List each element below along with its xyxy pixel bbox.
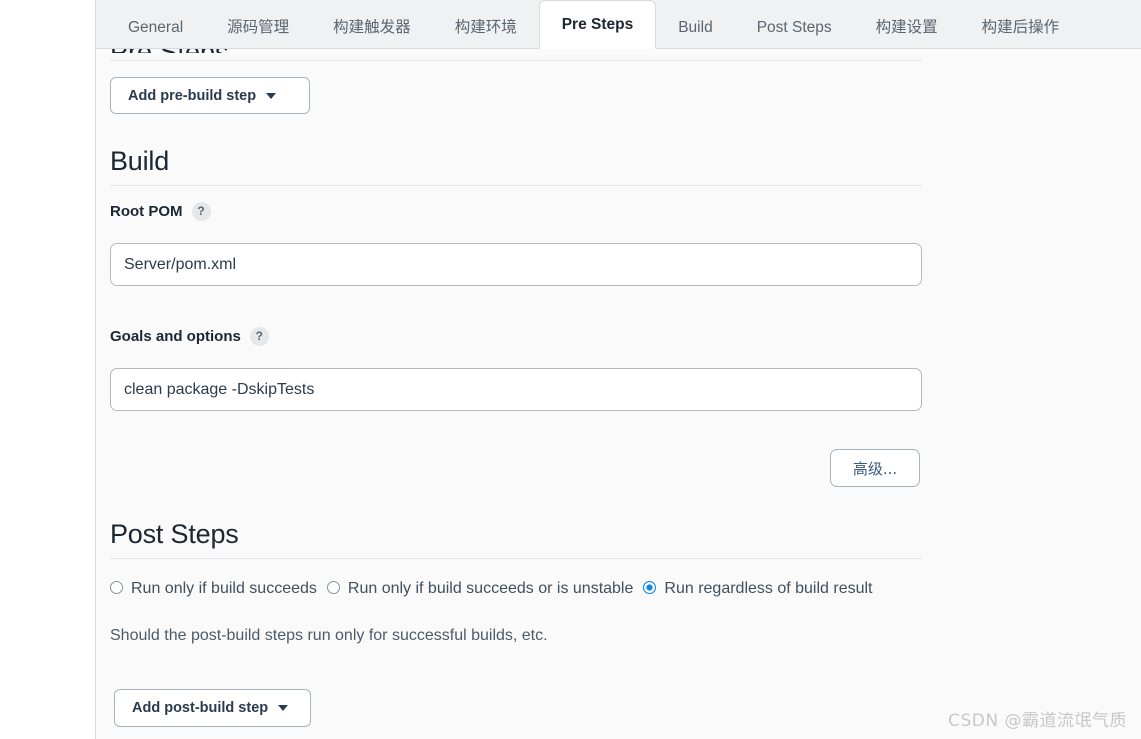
root-pom-label-row: Root POM ? xyxy=(110,202,211,221)
add-post-build-step-label: Add post-build step xyxy=(132,700,269,716)
post-steps-radio-group: Run only if build succeeds Run only if bu… xyxy=(110,576,922,602)
tab-general[interactable]: General xyxy=(106,7,205,48)
tab-build[interactable]: Build xyxy=(656,7,734,48)
post-steps-radio-label[interactable]: Run regardless of build result xyxy=(664,580,872,597)
tab-源码管理[interactable]: 源码管理 xyxy=(205,7,311,48)
root-pom-input[interactable] xyxy=(110,243,922,286)
tab-构建设置[interactable]: 构建设置 xyxy=(854,7,960,48)
goals-and-options-label: Goals and options xyxy=(110,328,241,345)
radio-button[interactable] xyxy=(326,581,340,594)
post-steps-help-text: Should the post-build steps run only for… xyxy=(110,627,548,644)
radio-button[interactable] xyxy=(110,581,123,594)
tab-构建触发器[interactable]: 构建触发器 xyxy=(311,7,433,48)
post-steps-radio-label[interactable]: Run only if build succeeds xyxy=(131,580,317,597)
add-post-build-step-button[interactable]: Add post-build step xyxy=(114,689,311,727)
chevron-down-icon xyxy=(278,705,289,711)
config-content-panel: Pre Steps Add pre-build step Build Root … xyxy=(96,49,1141,739)
tab-pre-steps[interactable]: Pre Steps xyxy=(538,0,657,49)
post-steps-radio-option[interactable]: Run only if build succeeds xyxy=(110,580,317,597)
advanced-button[interactable]: 高级... xyxy=(830,449,920,487)
post-steps-section-divider xyxy=(110,558,922,559)
help-icon[interactable]: ? xyxy=(191,202,211,221)
tab-post-steps[interactable]: Post Steps xyxy=(735,7,854,48)
post-steps-section-header: Post Steps xyxy=(110,519,922,559)
post-steps-radio-label[interactable]: Run only if build succeeds or is unstabl… xyxy=(348,580,634,597)
build-section-divider xyxy=(110,185,922,186)
add-pre-build-step-button[interactable]: Add pre-build step xyxy=(110,77,310,114)
chevron-down-icon xyxy=(266,92,277,99)
build-section-title: Build xyxy=(110,146,170,176)
pre-steps-heading-clipped: Pre Steps xyxy=(110,49,229,53)
post-steps-radio-option[interactable]: Run regardless of build result xyxy=(643,580,873,597)
help-icon[interactable]: ? xyxy=(249,327,269,346)
config-tab-bar: General 源码管理 构建触发器 构建环境 Pre Steps Build Post S… xyxy=(96,0,1141,49)
post-steps-section-title: Post Steps xyxy=(110,519,239,549)
goals-and-options-input[interactable] xyxy=(110,368,922,411)
page-root: General 源码管理 构建触发器 构建环境 Pre Steps Build Post S… xyxy=(0,0,1141,739)
csdn-watermark: CSDN @霸道流氓气质 xyxy=(948,711,1127,731)
radio-button-selected[interactable] xyxy=(643,581,657,594)
left-gutter xyxy=(0,0,95,739)
tab-构建后操作[interactable]: 构建后操作 xyxy=(960,7,1082,48)
root-pom-label: Root POM xyxy=(110,203,183,220)
post-steps-radio-option[interactable]: Run only if build succeeds or is unstabl… xyxy=(326,580,634,597)
add-pre-build-step-label: Add pre-build step xyxy=(128,87,257,104)
goals-label-row: Goals and options ? xyxy=(110,327,269,346)
build-section-header: Build xyxy=(110,146,922,186)
pre-steps-divider xyxy=(110,60,922,61)
tab-构建环境[interactable]: 构建环境 xyxy=(433,7,539,48)
